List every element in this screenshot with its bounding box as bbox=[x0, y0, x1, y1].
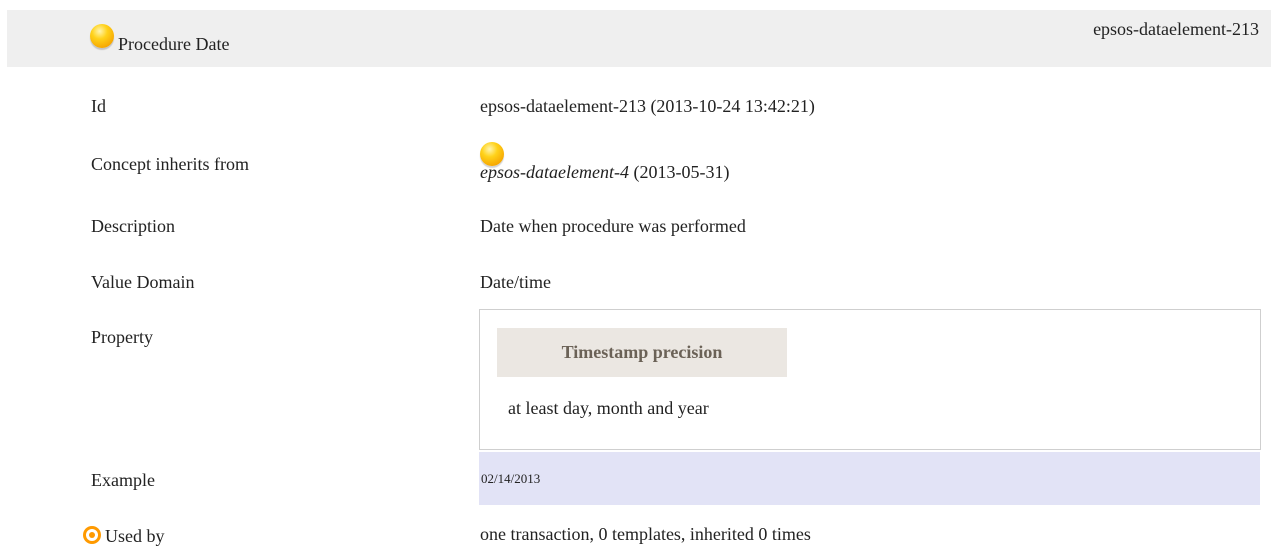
used-by-label: Used by bbox=[105, 526, 165, 546]
example-label: Example bbox=[91, 470, 155, 490]
value-domain-label: Value Domain bbox=[91, 272, 195, 292]
example-box: 02/14/2013 bbox=[479, 452, 1260, 505]
concept-name: Procedure Date bbox=[118, 33, 230, 54]
description-value: Date when procedure was performed bbox=[480, 216, 746, 236]
concept-title: Procedure Date bbox=[90, 24, 230, 54]
value-domain-value: Date/time bbox=[480, 272, 551, 292]
used-by-label-wrap: Used by bbox=[83, 524, 165, 547]
concept-header: Procedure Date epsos-dataelement-213 bbox=[7, 10, 1271, 67]
property-label: Property bbox=[91, 327, 153, 347]
property-name: Timestamp precision bbox=[497, 328, 787, 377]
inherits-label: Concept inherits from bbox=[91, 154, 249, 174]
id-label: Id bbox=[91, 96, 106, 116]
description-label: Description bbox=[91, 216, 175, 236]
concept-id: epsos-dataelement-213 bbox=[1093, 19, 1259, 39]
id-value: epsos-dataelement-213 (2013-10-24 13:42:… bbox=[480, 96, 815, 116]
status-ball-icon bbox=[90, 24, 114, 48]
property-value: at least day, month and year bbox=[508, 398, 709, 418]
property-box: Timestamp precision at least day, month … bbox=[479, 309, 1261, 450]
used-by-value: one transaction, 0 templates, inherited … bbox=[480, 524, 811, 544]
target-icon bbox=[83, 526, 101, 544]
inherits-date: (2013-05-31) bbox=[628, 162, 730, 182]
inherits-value: epsos-dataelement-4 (2013-05-31) bbox=[480, 142, 730, 183]
example-value: 02/14/2013 bbox=[481, 471, 541, 486]
inherit-status-ball-icon bbox=[480, 142, 504, 171]
